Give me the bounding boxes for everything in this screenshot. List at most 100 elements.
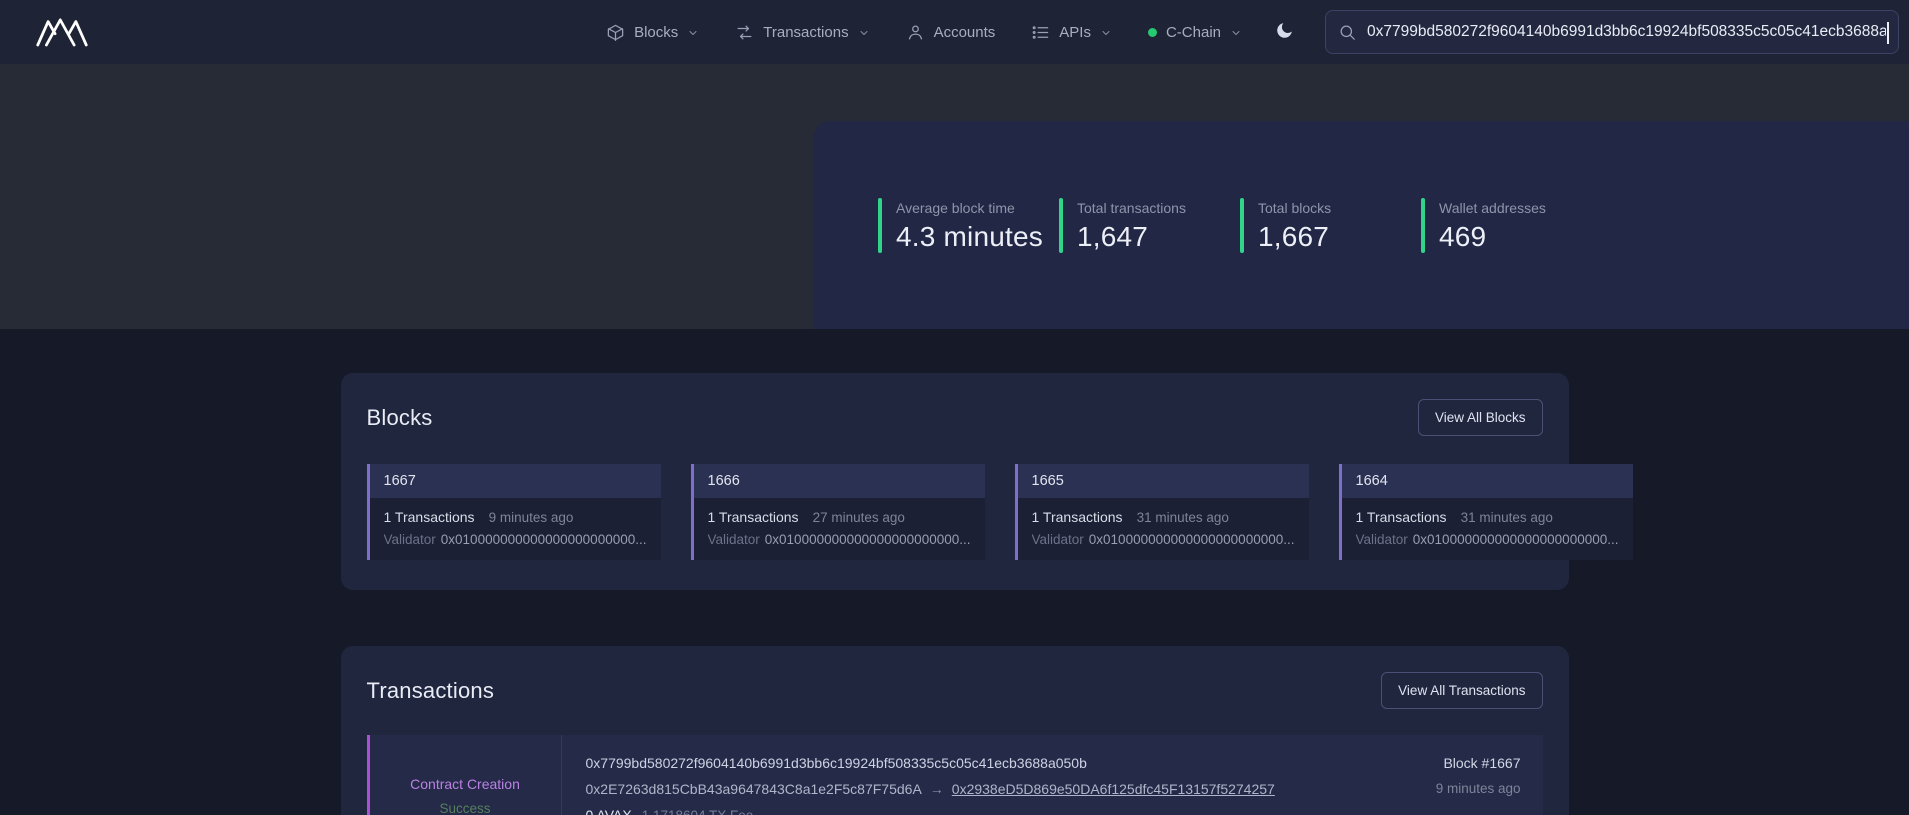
hero-section: Average block time 4.3 minutes Total tra… bbox=[0, 64, 1909, 329]
search-box bbox=[1325, 10, 1899, 54]
stat-accent-bar bbox=[1240, 198, 1244, 253]
stat-label: Wallet addresses bbox=[1439, 200, 1546, 216]
block-timestamp: 31 minutes ago bbox=[1137, 510, 1229, 525]
transactions-section-header: Transactions View All Transactions bbox=[367, 672, 1543, 709]
block-card[interactable]: 1665 1 Transactions 31 minutes ago Valid… bbox=[1015, 464, 1309, 560]
nav-label-blocks: Blocks bbox=[634, 24, 678, 41]
blocks-section-header: Blocks View All Blocks bbox=[367, 399, 1543, 436]
block-tx-count: 1 Transactions bbox=[384, 509, 475, 525]
block-grid: 1667 1 Transactions 9 minutes ago Valida… bbox=[367, 464, 1543, 560]
main-content: Blocks View All Blocks 1667 1 Transactio… bbox=[341, 373, 1569, 815]
block-number[interactable]: 1667 bbox=[370, 464, 661, 498]
stat-total-blocks: Total blocks 1,667 bbox=[1240, 198, 1421, 253]
transactions-title: Transactions bbox=[367, 678, 495, 704]
block-timestamp: 31 minutes ago bbox=[1461, 510, 1553, 525]
block-card[interactable]: 1667 1 Transactions 9 minutes ago Valida… bbox=[367, 464, 661, 560]
block-number[interactable]: 1666 bbox=[694, 464, 985, 498]
main-nav: Blocks Transactions Accounts APIs C-Chai… bbox=[606, 23, 1242, 42]
view-all-transactions-button[interactable]: View All Transactions bbox=[1381, 672, 1542, 709]
search-icon bbox=[1338, 23, 1357, 42]
stat-label: Total transactions bbox=[1077, 200, 1186, 216]
stat-average-block-time: Average block time 4.3 minutes bbox=[878, 198, 1059, 253]
transaction-status-badge: Success bbox=[439, 801, 490, 815]
nav-item-apis[interactable]: APIs bbox=[1031, 23, 1112, 42]
nav-item-transactions[interactable]: Transactions bbox=[735, 23, 869, 42]
stat-label: Average block time bbox=[896, 200, 1043, 216]
stat-value: 469 bbox=[1439, 221, 1546, 253]
green-status-dot bbox=[1148, 28, 1157, 37]
stat-label: Total blocks bbox=[1258, 200, 1331, 216]
block-tx-count: 1 Transactions bbox=[708, 509, 799, 525]
chevron-down-icon bbox=[687, 27, 699, 39]
block-card-body: 1 Transactions 27 minutes ago Validator 0… bbox=[694, 498, 985, 560]
chain-selector-label: C-Chain bbox=[1166, 24, 1221, 41]
block-timestamp: 9 minutes ago bbox=[489, 510, 574, 525]
validator-label: Validator bbox=[1356, 532, 1408, 547]
validator-label: Validator bbox=[384, 532, 436, 547]
to-address-link[interactable]: 0x2938eD5D869e50DA6f125dfc45F13157f52742… bbox=[952, 781, 1275, 797]
nav-label-transactions: Transactions bbox=[763, 24, 848, 41]
text-cursor bbox=[1887, 22, 1889, 44]
arrow-right-icon: → bbox=[930, 781, 944, 797]
validator-address[interactable]: 0x010000000000000000000000... bbox=[1089, 532, 1295, 547]
block-card-body: 1 Transactions 9 minutes ago Validator 0x… bbox=[370, 498, 661, 560]
transaction-row[interactable]: Contract Creation Success 0x7799bd580272… bbox=[367, 735, 1543, 815]
view-all-blocks-button[interactable]: View All Blocks bbox=[1418, 399, 1543, 436]
search-input[interactable] bbox=[1367, 23, 1886, 41]
chevron-down-icon bbox=[858, 27, 870, 39]
stats-panel: Average block time 4.3 minutes Total tra… bbox=[813, 121, 1909, 329]
block-tx-count: 1 Transactions bbox=[1356, 509, 1447, 525]
transaction-timestamp: 9 minutes ago bbox=[1436, 781, 1521, 796]
block-card-body: 1 Transactions 31 minutes ago Validator 0… bbox=[1342, 498, 1633, 560]
validator-address[interactable]: 0x010000000000000000000000... bbox=[765, 532, 971, 547]
transactions-section: Transactions View All Transactions Contr… bbox=[341, 646, 1569, 815]
swap-arrows-icon bbox=[735, 23, 754, 42]
stat-value: 1,667 bbox=[1258, 221, 1331, 253]
block-timestamp: 27 minutes ago bbox=[813, 510, 905, 525]
block-card[interactable]: 1664 1 Transactions 31 minutes ago Valid… bbox=[1339, 464, 1633, 560]
transaction-type-panel: Contract Creation Success bbox=[370, 735, 562, 815]
cube-icon bbox=[606, 23, 625, 42]
transaction-fee-link[interactable]: 1.1718604 TX Fee bbox=[642, 808, 754, 815]
validator-address[interactable]: 0x010000000000000000000000... bbox=[1413, 532, 1619, 547]
list-icon bbox=[1031, 23, 1050, 42]
stat-value: 1,647 bbox=[1077, 221, 1186, 253]
nav-item-accounts[interactable]: Accounts bbox=[906, 23, 996, 42]
transaction-amount: 0 AVAX bbox=[586, 807, 632, 815]
theme-toggle-button[interactable] bbox=[1270, 16, 1299, 48]
nav-label-accounts: Accounts bbox=[934, 24, 996, 41]
stat-value: 4.3 minutes bbox=[896, 221, 1043, 253]
avalanche-logo[interactable] bbox=[36, 16, 88, 48]
transaction-hash[interactable]: 0x7799bd580272f9604140b6991d3bb6c19924bf… bbox=[586, 755, 1275, 771]
transaction-meta: Block #1667 9 minutes ago bbox=[1414, 735, 1543, 815]
block-number[interactable]: 1665 bbox=[1018, 464, 1309, 498]
block-card-body: 1 Transactions 31 minutes ago Validator 0… bbox=[1018, 498, 1309, 560]
nav-label-apis: APIs bbox=[1059, 24, 1091, 41]
person-icon bbox=[906, 23, 925, 42]
mountain-logo-icon bbox=[36, 16, 88, 48]
chain-selector[interactable]: C-Chain bbox=[1148, 24, 1242, 41]
blocks-title: Blocks bbox=[367, 405, 433, 431]
block-tx-count: 1 Transactions bbox=[1032, 509, 1123, 525]
stats-grid: Average block time 4.3 minutes Total tra… bbox=[878, 198, 1602, 253]
chevron-down-icon bbox=[1100, 27, 1112, 39]
stat-wallet-addresses: Wallet addresses 469 bbox=[1421, 198, 1602, 253]
validator-label: Validator bbox=[1032, 532, 1084, 547]
stat-accent-bar bbox=[878, 198, 882, 253]
stat-total-transactions: Total transactions 1,647 bbox=[1059, 198, 1240, 253]
navbar: Blocks Transactions Accounts APIs C-Chai… bbox=[0, 0, 1909, 64]
blocks-section: Blocks View All Blocks 1667 1 Transactio… bbox=[341, 373, 1569, 590]
block-card[interactable]: 1666 1 Transactions 27 minutes ago Valid… bbox=[691, 464, 985, 560]
from-address[interactable]: 0x2E7263d815CbB43a9647843C8a1e2F5c87F75d… bbox=[586, 781, 922, 797]
block-number[interactable]: 1664 bbox=[1342, 464, 1633, 498]
stat-accent-bar bbox=[1059, 198, 1063, 253]
transaction-block-link[interactable]: Block #1667 bbox=[1436, 755, 1521, 771]
validator-label: Validator bbox=[708, 532, 760, 547]
transaction-type: Contract Creation bbox=[410, 776, 520, 792]
nav-item-blocks[interactable]: Blocks bbox=[606, 23, 699, 42]
moon-icon bbox=[1274, 20, 1295, 41]
validator-address[interactable]: 0x010000000000000000000000... bbox=[441, 532, 647, 547]
stat-accent-bar bbox=[1421, 198, 1425, 253]
chevron-down-icon bbox=[1230, 27, 1242, 39]
transaction-details: 0x7799bd580272f9604140b6991d3bb6c19924bf… bbox=[562, 735, 1299, 815]
